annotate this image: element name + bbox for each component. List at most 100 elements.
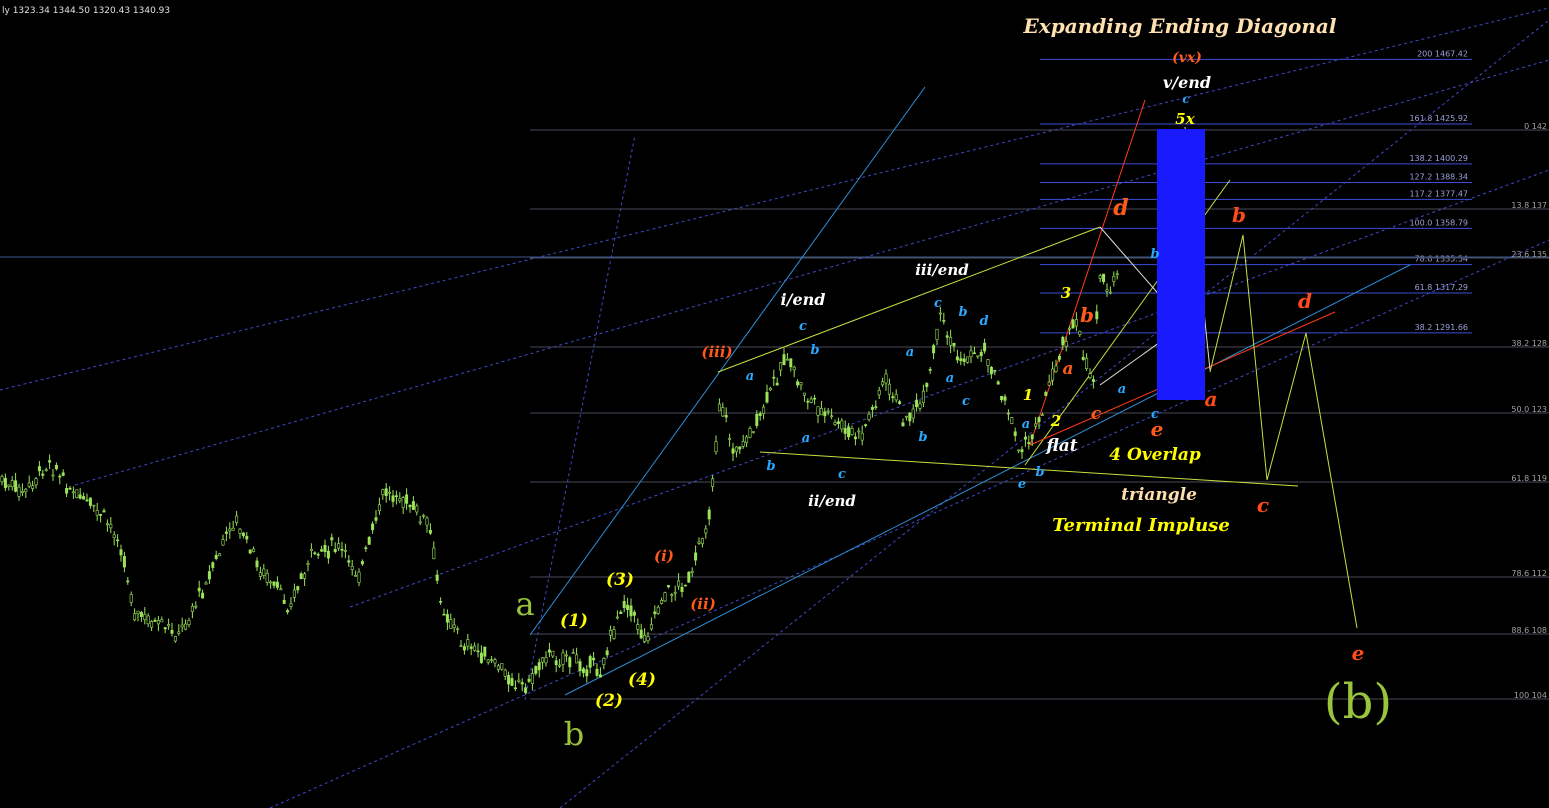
candle-body (1078, 330, 1082, 335)
subwave-mark: e (1018, 477, 1026, 492)
candle-body (857, 430, 861, 433)
candle-body (1112, 276, 1116, 282)
candle-body (20, 490, 24, 493)
candle-body (741, 441, 745, 447)
candle-body (768, 388, 772, 391)
candle-body (993, 369, 997, 372)
candle-body (340, 548, 344, 551)
candle-body (510, 678, 514, 686)
axis-tick: 13.8 137 (1511, 201, 1547, 210)
candle-body (44, 469, 48, 471)
candle-body (891, 396, 895, 399)
candle-body (241, 532, 245, 537)
candle-body (146, 615, 150, 625)
candle-body (1098, 275, 1102, 279)
candle-body (609, 630, 613, 636)
candle-body (333, 549, 337, 552)
candle-body (190, 605, 194, 612)
price-chart[interactable]: 200 1467.42161.8 1425.92138.2 1400.29127… (0, 0, 1549, 808)
candle-body (109, 523, 113, 529)
wave-label: 5x (1175, 110, 1195, 128)
wave-label: triangle (1121, 485, 1197, 505)
candle-body (748, 428, 752, 438)
candle-body (578, 661, 582, 672)
wave-label: b (564, 715, 584, 753)
candle-body (27, 482, 31, 487)
candle-body (105, 523, 109, 526)
subwave-mark: b (810, 343, 819, 358)
candle-body (17, 486, 21, 497)
candle-body (197, 587, 201, 592)
candle-body (1013, 431, 1017, 437)
candle-body (360, 561, 364, 565)
candle-body (391, 495, 395, 502)
candle-body (1000, 395, 1004, 401)
candle-body (554, 660, 558, 666)
candle-body (326, 550, 330, 559)
candle-body (0, 476, 4, 483)
candle-body (156, 620, 160, 625)
candle-body (119, 549, 123, 556)
candle-body (303, 573, 307, 579)
trend-lines (0, 7, 1549, 808)
candle-body (262, 568, 266, 576)
candle-body (194, 605, 198, 608)
axis-tick: 38.2 128 (1511, 339, 1547, 348)
candle-body (85, 499, 89, 502)
candle-body (58, 475, 62, 478)
candle-body (275, 581, 279, 588)
candle-body (143, 614, 147, 620)
wave-label: 4 Overlap (1109, 445, 1201, 465)
candle-body (938, 312, 942, 315)
candle-body (527, 678, 531, 682)
candle-body (564, 654, 568, 657)
candle-body (568, 657, 572, 668)
candle-body (731, 448, 735, 454)
wave-label: (iii) (701, 343, 732, 361)
wave-label: a (515, 585, 534, 623)
candle-body (65, 487, 69, 494)
candle-body (592, 657, 596, 661)
candle-body (969, 350, 973, 358)
candle-body (717, 403, 721, 412)
candle-body (1068, 327, 1072, 330)
candle-body (942, 320, 946, 322)
candle-body (473, 645, 477, 651)
candle-body (775, 382, 779, 386)
candle-body (248, 549, 252, 554)
candle-body (887, 383, 891, 395)
candle-body (666, 585, 670, 588)
candle-body (894, 394, 898, 401)
trend-line (564, 264, 1411, 696)
candle-body (1044, 392, 1048, 396)
candle-body (75, 489, 79, 499)
axis-tick: 23.6 135 (1511, 250, 1547, 259)
candle-body (751, 431, 755, 433)
candle-body (187, 620, 191, 625)
candle-body (707, 509, 711, 520)
candle-body (388, 491, 392, 494)
candle-body (1057, 355, 1061, 360)
candle-body (704, 528, 708, 534)
candle-body (809, 398, 813, 403)
axis-tick: 50.0 123 (1511, 405, 1547, 414)
candle-body (411, 501, 415, 510)
candle-body (643, 635, 647, 642)
wave-label: d (1113, 195, 1128, 221)
candle-body (272, 581, 276, 586)
candle-body (605, 650, 609, 656)
candle-body (714, 441, 718, 453)
candle-body (367, 537, 371, 545)
candle-body (48, 460, 52, 463)
candle-body (945, 335, 949, 338)
candle-body (986, 359, 990, 366)
candle-body (377, 504, 381, 511)
candle-body (952, 342, 956, 347)
candle-body (870, 407, 874, 410)
candle-body (860, 432, 864, 441)
candle-body (1105, 289, 1109, 292)
candle-body (921, 390, 925, 404)
candle-body (462, 646, 466, 651)
candle-body (207, 571, 211, 580)
fib-label: 78.6 1335.54 (1415, 255, 1468, 264)
